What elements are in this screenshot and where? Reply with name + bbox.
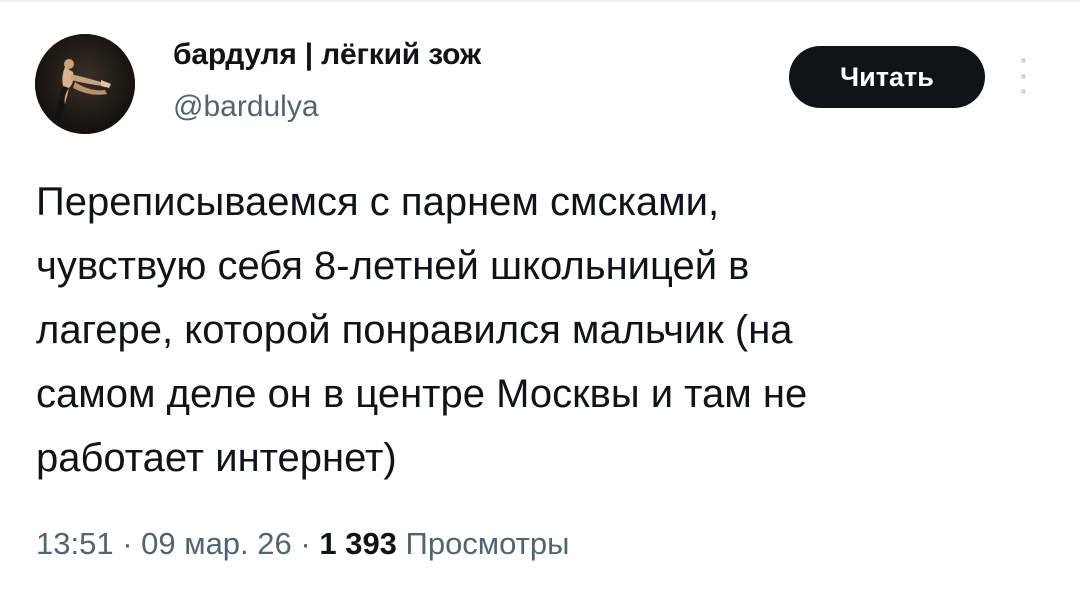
author-avatar[interactable] (35, 34, 135, 134)
tweet-text-line: Переписываемся с парнем смсками, (36, 180, 720, 224)
meta-separator: · (122, 526, 133, 561)
meta-separator: · (300, 526, 311, 561)
top-divider (0, 0, 1080, 2)
dot (1020, 58, 1026, 63)
author-handle[interactable]: @bardulya (173, 90, 319, 124)
tweet-meta: 13:51 · 09 мар. 26 · 1 393 Просмотры (36, 526, 569, 562)
tweet-text-line: работает интернет) (36, 436, 397, 480)
views-label: Просмотры (405, 526, 570, 561)
avatar-photo-icon (35, 34, 135, 134)
tweet-time[interactable]: 13:51 (36, 526, 114, 561)
dot (1020, 73, 1026, 79)
follow-button[interactable]: Читать (789, 46, 985, 108)
tweet-text-line: лагере, которой понравился мальчик (на (36, 308, 793, 352)
tweet-text-line: чувствую себя 8-летней школьницей в (36, 244, 750, 288)
tweet-date[interactable]: 09 мар. 26 (141, 526, 292, 561)
dot (1020, 89, 1026, 94)
tweet-text-line: самом деле он в центре Москвы и там не (36, 372, 808, 416)
tweet-text: Переписываемся с парнем смсками, чувству… (36, 170, 1046, 490)
views-count: 1 393 (319, 526, 397, 561)
author-display-name[interactable]: бардуля | лёгкий зож (173, 38, 481, 72)
vertical-dots-icon[interactable] (1016, 58, 1030, 94)
